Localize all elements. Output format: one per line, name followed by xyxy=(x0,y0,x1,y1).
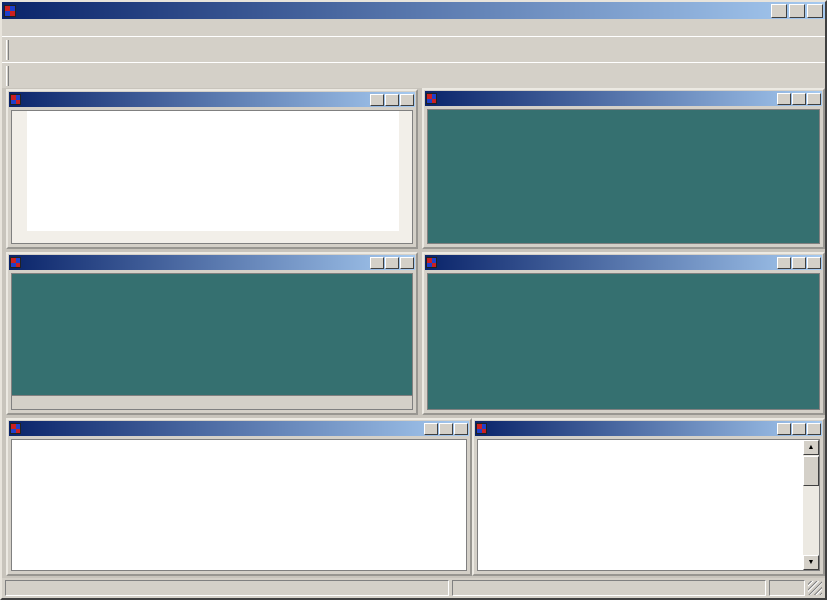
body-plan-canvas[interactable] xyxy=(428,110,820,244)
profile-window xyxy=(6,252,418,415)
maximize-button[interactable] xyxy=(385,256,399,269)
body-plan-window xyxy=(422,88,825,249)
num-lock-indicator xyxy=(769,580,805,596)
window-icon xyxy=(10,423,21,434)
window-icon xyxy=(476,423,487,434)
close-button[interactable] xyxy=(807,256,821,269)
resize-grip[interactable] xyxy=(808,581,822,595)
view-toolbar xyxy=(2,62,825,88)
minimize-button[interactable] xyxy=(771,3,787,18)
plan-canvas[interactable] xyxy=(428,274,820,410)
close-button[interactable] xyxy=(807,422,821,435)
profile-titlebar[interactable] xyxy=(9,255,415,270)
minimize-button[interactable] xyxy=(370,93,384,106)
right-ruler xyxy=(399,111,412,237)
maximize-button[interactable] xyxy=(789,3,805,18)
status-message xyxy=(5,580,449,596)
maxsurf-application-window: { "window": { "title": "Maxsurf Professi… xyxy=(0,0,827,600)
yaw-ruler xyxy=(12,231,412,243)
control-points-titlebar[interactable] xyxy=(475,421,822,436)
control-points-window: ▲ ▼ xyxy=(472,418,825,576)
perspective-window xyxy=(6,89,418,249)
minimize-button[interactable] xyxy=(777,256,791,269)
toolbar-grip[interactable] xyxy=(6,65,9,86)
maximize-button[interactable] xyxy=(792,422,806,435)
status-bar xyxy=(2,578,825,598)
pitch-ruler xyxy=(12,111,27,237)
view-control-bar xyxy=(12,395,412,409)
plan-titlebar[interactable] xyxy=(425,255,822,270)
minimize-button[interactable] xyxy=(777,92,791,105)
window-icon xyxy=(10,94,21,105)
maximize-button[interactable] xyxy=(439,422,453,435)
toolbar-grip[interactable] xyxy=(6,39,9,60)
status-file-path xyxy=(452,580,766,596)
maxsurf-app-icon xyxy=(4,4,16,17)
scroll-down-button[interactable]: ▼ xyxy=(803,555,819,570)
plan-window xyxy=(422,252,825,415)
close-button[interactable] xyxy=(400,256,414,269)
profile-canvas[interactable] xyxy=(12,274,413,401)
close-button[interactable] xyxy=(807,3,823,18)
window-icon xyxy=(426,257,437,268)
maximize-button[interactable] xyxy=(385,93,399,106)
standard-toolbar xyxy=(2,36,825,62)
vertical-scrollbar[interactable]: ▲ ▼ xyxy=(803,440,819,570)
window-icon xyxy=(10,257,21,268)
mdi-client-area: ▲ ▼ xyxy=(2,88,825,580)
scrollbar-thumb[interactable] xyxy=(803,456,819,486)
maximize-button[interactable] xyxy=(792,92,806,105)
curve-of-areas-titlebar[interactable] xyxy=(9,421,469,436)
minimize-button[interactable] xyxy=(370,256,384,269)
scroll-up-button[interactable]: ▲ xyxy=(803,440,819,455)
curve-of-areas-window xyxy=(6,418,472,576)
close-button[interactable] xyxy=(400,93,414,106)
body-plan-titlebar[interactable] xyxy=(425,91,822,106)
close-button[interactable] xyxy=(454,422,468,435)
menu-bar xyxy=(2,19,825,36)
perspective-titlebar[interactable] xyxy=(9,92,415,107)
curve-of-areas-chart[interactable] xyxy=(12,440,467,562)
window-icon xyxy=(426,93,437,104)
minimize-button[interactable] xyxy=(777,422,791,435)
control-points-table xyxy=(478,440,803,570)
close-button[interactable] xyxy=(807,92,821,105)
perspective-canvas[interactable] xyxy=(27,111,405,237)
minimize-button[interactable] xyxy=(424,422,438,435)
main-titlebar[interactable] xyxy=(2,2,825,19)
maximize-button[interactable] xyxy=(792,256,806,269)
